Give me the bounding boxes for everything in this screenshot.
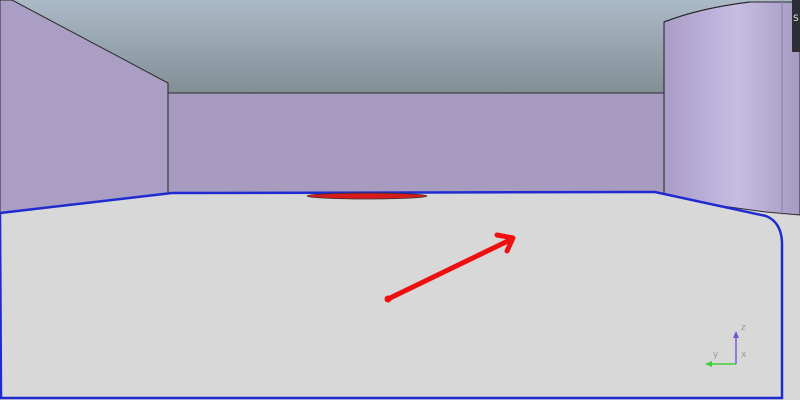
3d-viewport[interactable]: z y x S: [0, 0, 800, 400]
axis-z-label: z: [741, 323, 746, 333]
right-column: [663, 1, 800, 216]
axis-y-label: y: [713, 350, 719, 360]
scene-canvas[interactable]: [0, 0, 800, 400]
back-wall: [167, 92, 667, 197]
axis-triad: z y x: [700, 318, 760, 374]
axis-x-label: x: [741, 350, 747, 360]
axis-triad-graphic: [705, 331, 739, 367]
edge-panel-tab[interactable]: S: [792, 0, 800, 52]
target-marker[interactable]: [306, 192, 428, 200]
edge-panel-label: S: [793, 14, 799, 24]
